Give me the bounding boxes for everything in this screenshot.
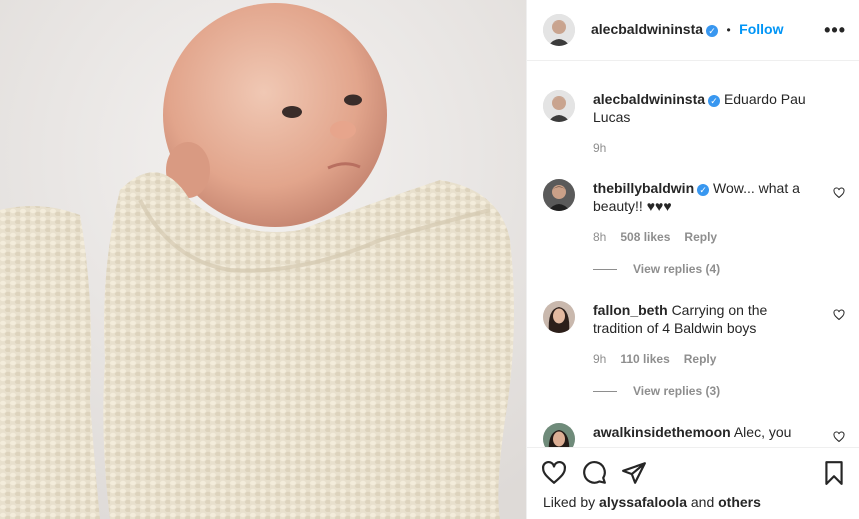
comment-icon[interactable] — [581, 460, 607, 486]
comment-item: awalkinsidethemoon Alec, you — [543, 421, 845, 447]
comment-like-heart-icon[interactable] — [833, 431, 845, 443]
likes-summary: Liked by alyssafaloola and others — [543, 494, 761, 510]
comment-time[interactable]: 8h — [593, 230, 606, 244]
reply-button[interactable]: Reply — [684, 352, 717, 366]
avatar-image — [543, 179, 575, 211]
liked-by-others[interactable]: others — [718, 494, 761, 510]
post-photo[interactable] — [0, 0, 526, 519]
post-side-panel: alecbaldwininsta ✓ • Follow ••• alecbaldw… — [526, 0, 859, 519]
liked-by-user[interactable]: alyssafaloola — [599, 494, 687, 510]
comment-username[interactable]: thebillybaldwin — [593, 180, 694, 196]
comment-username[interactable]: fallon_beth — [593, 302, 668, 318]
reply-button[interactable]: Reply — [684, 230, 717, 244]
paper-plane-icon[interactable] — [621, 460, 647, 486]
caption-username[interactable]: alecbaldwininsta — [593, 91, 705, 107]
comments-list[interactable]: alecbaldwininsta ✓ Eduardo Pau Lucas 9h t… — [527, 61, 859, 447]
verified-badge-icon: ✓ — [708, 95, 721, 107]
avatar[interactable] — [543, 179, 575, 211]
comment-likes[interactable]: 110 likes — [620, 352, 669, 366]
comment-text: Alec, you — [733, 424, 792, 440]
separator-dot: • — [726, 23, 731, 37]
post-actions-bar: Liked by alyssafaloola and others — [527, 447, 859, 519]
avatar-image — [543, 14, 575, 46]
comment-meta: 9h 110 likes Reply — [593, 352, 716, 366]
avatar-image — [543, 423, 575, 447]
baby-photo-image — [0, 0, 526, 519]
replies-divider — [593, 269, 617, 271]
verified-badge-icon: ✓ — [697, 184, 710, 196]
view-replies-button[interactable]: View replies (3) — [593, 384, 720, 398]
more-options-icon[interactable]: ••• — [824, 20, 846, 41]
header-user-block: alecbaldwininsta ✓ • Follow — [591, 21, 783, 39]
comment-text-block: thebillybaldwin ✓ Wow... what a beauty!! … — [593, 179, 813, 215]
liked-by-and: and — [690, 494, 715, 510]
avatar-image — [543, 301, 575, 333]
replies-divider — [593, 391, 617, 393]
avatar-image — [543, 90, 575, 122]
post-username[interactable]: alecbaldwininsta — [591, 21, 703, 37]
caption-time[interactable]: 9h — [593, 141, 606, 155]
avatar[interactable] — [543, 90, 575, 122]
comment-meta: 8h 508 likes Reply — [593, 230, 717, 244]
comment-item: fallon_beth Carrying on the tradition of… — [543, 299, 845, 409]
comment-time[interactable]: 9h — [593, 352, 606, 366]
comment-like-heart-icon[interactable] — [833, 187, 845, 199]
avatar[interactable] — [543, 14, 575, 46]
post-header: alecbaldwininsta ✓ • Follow ••• — [527, 0, 859, 61]
caption-text-block: alecbaldwininsta ✓ Eduardo Pau Lucas — [593, 90, 808, 126]
verified-badge-icon: ✓ — [706, 25, 719, 37]
comment-likes[interactable]: 508 likes — [620, 230, 670, 244]
view-replies-label: View replies (4) — [633, 262, 721, 276]
comment-like-heart-icon[interactable] — [833, 309, 845, 321]
view-replies-button[interactable]: View replies (4) — [593, 262, 720, 276]
bookmark-icon[interactable] — [821, 460, 847, 486]
comment-text-block: awalkinsidethemoon Alec, you — [593, 423, 813, 441]
comment-username[interactable]: awalkinsidethemoon — [593, 424, 731, 440]
caption-item: alecbaldwininsta ✓ Eduardo Pau Lucas 9h — [543, 88, 843, 168]
comment-item: thebillybaldwin ✓ Wow... what a beauty!! … — [543, 177, 845, 287]
heart-icon[interactable] — [541, 460, 567, 486]
liked-by-prefix: Liked by — [543, 494, 596, 510]
comment-text-block: fallon_beth Carrying on the tradition of… — [593, 301, 813, 337]
avatar[interactable] — [543, 423, 575, 447]
avatar[interactable] — [543, 301, 575, 333]
view-replies-label: View replies (3) — [633, 384, 721, 398]
follow-button[interactable]: Follow — [739, 21, 783, 37]
